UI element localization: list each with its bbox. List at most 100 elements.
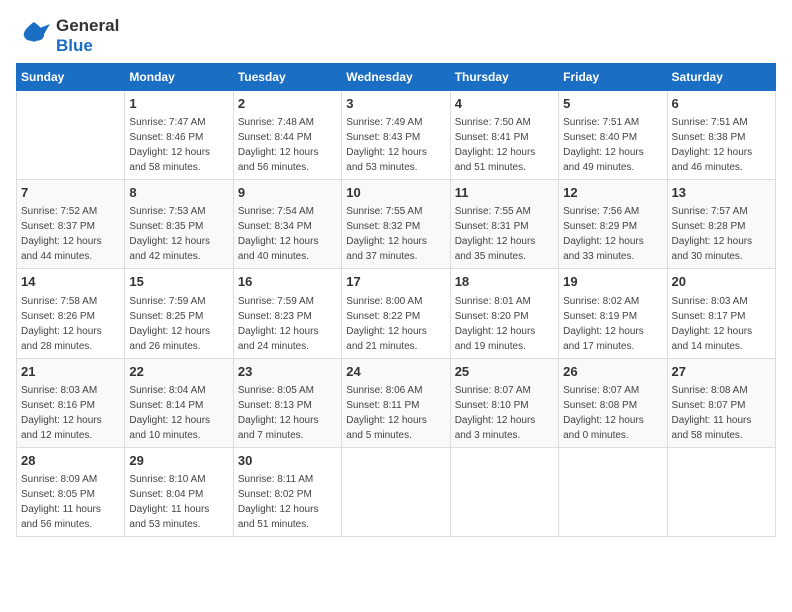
day-number: 10	[346, 184, 445, 202]
calendar-week-row: 1 Sunrise: 7:47 AM Sunset: 8:46 PM Daylig…	[17, 91, 776, 180]
day-number: 2	[238, 95, 337, 113]
calendar-cell: 13 Sunrise: 7:57 AM Sunset: 8:28 PM Dayli…	[667, 180, 775, 269]
calendar-cell: 28 Sunrise: 8:09 AM Sunset: 8:05 PM Dayli…	[17, 447, 125, 536]
logo: General Blue	[16, 16, 119, 55]
day-number: 26	[563, 363, 662, 381]
calendar-cell: 19 Sunrise: 8:02 AM Sunset: 8:19 PM Dayli…	[559, 269, 667, 358]
day-number: 15	[129, 273, 228, 291]
calendar-cell	[342, 447, 450, 536]
day-number: 27	[672, 363, 771, 381]
day-number: 13	[672, 184, 771, 202]
day-number: 24	[346, 363, 445, 381]
header-friday: Friday	[559, 64, 667, 91]
day-number: 5	[563, 95, 662, 113]
day-number: 18	[455, 273, 554, 291]
day-number: 30	[238, 452, 337, 470]
cell-info: Sunrise: 8:11 AM Sunset: 8:02 PM Dayligh…	[238, 472, 337, 532]
day-number: 29	[129, 452, 228, 470]
calendar-cell	[559, 447, 667, 536]
logo-icon	[16, 20, 52, 52]
cell-info: Sunrise: 7:50 AM Sunset: 8:41 PM Dayligh…	[455, 115, 554, 175]
cell-info: Sunrise: 8:03 AM Sunset: 8:16 PM Dayligh…	[21, 383, 120, 443]
calendar-cell: 9 Sunrise: 7:54 AM Sunset: 8:34 PM Daylig…	[233, 180, 341, 269]
day-number: 19	[563, 273, 662, 291]
cell-info: Sunrise: 8:09 AM Sunset: 8:05 PM Dayligh…	[21, 472, 120, 532]
page-header: General Blue	[16, 16, 776, 55]
day-number: 16	[238, 273, 337, 291]
calendar-week-row: 14 Sunrise: 7:58 AM Sunset: 8:26 PM Dayli…	[17, 269, 776, 358]
calendar-cell: 29 Sunrise: 8:10 AM Sunset: 8:04 PM Dayli…	[125, 447, 233, 536]
header-tuesday: Tuesday	[233, 64, 341, 91]
calendar-cell	[450, 447, 558, 536]
calendar-cell: 22Sunrise: 8:04 AM Sunset: 8:14 PM Dayli…	[125, 358, 233, 447]
cell-info: Sunrise: 7:49 AM Sunset: 8:43 PM Dayligh…	[346, 115, 445, 175]
cell-info: Sunrise: 7:54 AM Sunset: 8:34 PM Dayligh…	[238, 204, 337, 264]
calendar-cell: 4 Sunrise: 7:50 AM Sunset: 8:41 PM Daylig…	[450, 91, 558, 180]
cell-info: Sunrise: 7:55 AM Sunset: 8:31 PM Dayligh…	[455, 204, 554, 264]
day-number: 3	[346, 95, 445, 113]
cell-info: Sunrise: 8:07 AM Sunset: 8:08 PM Dayligh…	[563, 383, 662, 443]
calendar-cell: 27 Sunrise: 8:08 AM Sunset: 8:07 PM Dayli…	[667, 358, 775, 447]
cell-info: Sunrise: 7:51 AM Sunset: 8:40 PM Dayligh…	[563, 115, 662, 175]
calendar-cell: 1 Sunrise: 7:47 AM Sunset: 8:46 PM Daylig…	[125, 91, 233, 180]
calendar-cell: 10 Sunrise: 7:55 AM Sunset: 8:32 PM Dayli…	[342, 180, 450, 269]
day-number: 28	[21, 452, 120, 470]
cell-info: Sunrise: 7:59 AM Sunset: 8:25 PM Dayligh…	[129, 294, 228, 354]
calendar-cell: 21 Sunrise: 8:03 AM Sunset: 8:16 PM Dayli…	[17, 358, 125, 447]
day-number: 4	[455, 95, 554, 113]
calendar-header-row: SundayMondayTuesdayWednesdayThursdayFrid…	[17, 64, 776, 91]
day-number: 17	[346, 273, 445, 291]
calendar-cell: 23 Sunrise: 8:05 AM Sunset: 8:13 PM Dayli…	[233, 358, 341, 447]
day-number: 25	[455, 363, 554, 381]
calendar-cell: 25 Sunrise: 8:07 AM Sunset: 8:10 PM Dayli…	[450, 358, 558, 447]
cell-info: Sunrise: 8:01 AM Sunset: 8:20 PM Dayligh…	[455, 294, 554, 354]
day-number: 12	[563, 184, 662, 202]
day-number: 21	[21, 363, 120, 381]
cell-info: Sunrise: 8:06 AM Sunset: 8:11 PM Dayligh…	[346, 383, 445, 443]
day-number: 22	[129, 363, 228, 381]
calendar-cell: 5 Sunrise: 7:51 AM Sunset: 8:40 PM Daylig…	[559, 91, 667, 180]
cell-info: Sunrise: 7:47 AM Sunset: 8:46 PM Dayligh…	[129, 115, 228, 175]
calendar-cell: 7 Sunrise: 7:52 AM Sunset: 8:37 PM Daylig…	[17, 180, 125, 269]
calendar-cell: 12 Sunrise: 7:56 AM Sunset: 8:29 PM Dayli…	[559, 180, 667, 269]
header-thursday: Thursday	[450, 64, 558, 91]
cell-info: Sunrise: 8:08 AM Sunset: 8:07 PM Dayligh…	[672, 383, 771, 443]
header-sunday: Sunday	[17, 64, 125, 91]
cell-info: Sunrise: 7:58 AM Sunset: 8:26 PM Dayligh…	[21, 294, 120, 354]
calendar-cell: 24 Sunrise: 8:06 AM Sunset: 8:11 PM Dayli…	[342, 358, 450, 447]
header-saturday: Saturday	[667, 64, 775, 91]
calendar-cell: 18 Sunrise: 8:01 AM Sunset: 8:20 PM Dayli…	[450, 269, 558, 358]
day-number: 23	[238, 363, 337, 381]
cell-info: Sunrise: 8:00 AM Sunset: 8:22 PM Dayligh…	[346, 294, 445, 354]
cell-info: Sunrise: 8:05 AM Sunset: 8:13 PM Dayligh…	[238, 383, 337, 443]
day-number: 9	[238, 184, 337, 202]
calendar-cell: 14 Sunrise: 7:58 AM Sunset: 8:26 PM Dayli…	[17, 269, 125, 358]
cell-info: Sunrise: 7:53 AM Sunset: 8:35 PM Dayligh…	[129, 204, 228, 264]
day-number: 1	[129, 95, 228, 113]
calendar-cell: 8Sunrise: 7:53 AM Sunset: 8:35 PM Daylig…	[125, 180, 233, 269]
day-number: 6	[672, 95, 771, 113]
calendar-cell: 16 Sunrise: 7:59 AM Sunset: 8:23 PM Dayli…	[233, 269, 341, 358]
header-monday: Monday	[125, 64, 233, 91]
day-number: 7	[21, 184, 120, 202]
cell-info: Sunrise: 8:02 AM Sunset: 8:19 PM Dayligh…	[563, 294, 662, 354]
logo-blue: Blue	[56, 36, 93, 55]
calendar-cell	[17, 91, 125, 180]
cell-info: Sunrise: 7:52 AM Sunset: 8:37 PM Dayligh…	[21, 204, 120, 264]
calendar-week-row: 7 Sunrise: 7:52 AM Sunset: 8:37 PM Daylig…	[17, 180, 776, 269]
cell-info: Sunrise: 7:59 AM Sunset: 8:23 PM Dayligh…	[238, 294, 337, 354]
calendar-cell	[667, 447, 775, 536]
cell-info: Sunrise: 7:57 AM Sunset: 8:28 PM Dayligh…	[672, 204, 771, 264]
day-number: 14	[21, 273, 120, 291]
cell-info: Sunrise: 7:55 AM Sunset: 8:32 PM Dayligh…	[346, 204, 445, 264]
cell-info: Sunrise: 8:07 AM Sunset: 8:10 PM Dayligh…	[455, 383, 554, 443]
calendar-cell: 2Sunrise: 7:48 AM Sunset: 8:44 PM Daylig…	[233, 91, 341, 180]
cell-info: Sunrise: 7:56 AM Sunset: 8:29 PM Dayligh…	[563, 204, 662, 264]
calendar-week-row: 28 Sunrise: 8:09 AM Sunset: 8:05 PM Dayli…	[17, 447, 776, 536]
cell-info: Sunrise: 8:10 AM Sunset: 8:04 PM Dayligh…	[129, 472, 228, 532]
cell-info: Sunrise: 8:03 AM Sunset: 8:17 PM Dayligh…	[672, 294, 771, 354]
day-number: 20	[672, 273, 771, 291]
calendar-cell: 3 Sunrise: 7:49 AM Sunset: 8:43 PM Daylig…	[342, 91, 450, 180]
calendar-table: SundayMondayTuesdayWednesdayThursdayFrid…	[16, 63, 776, 537]
header-wednesday: Wednesday	[342, 64, 450, 91]
